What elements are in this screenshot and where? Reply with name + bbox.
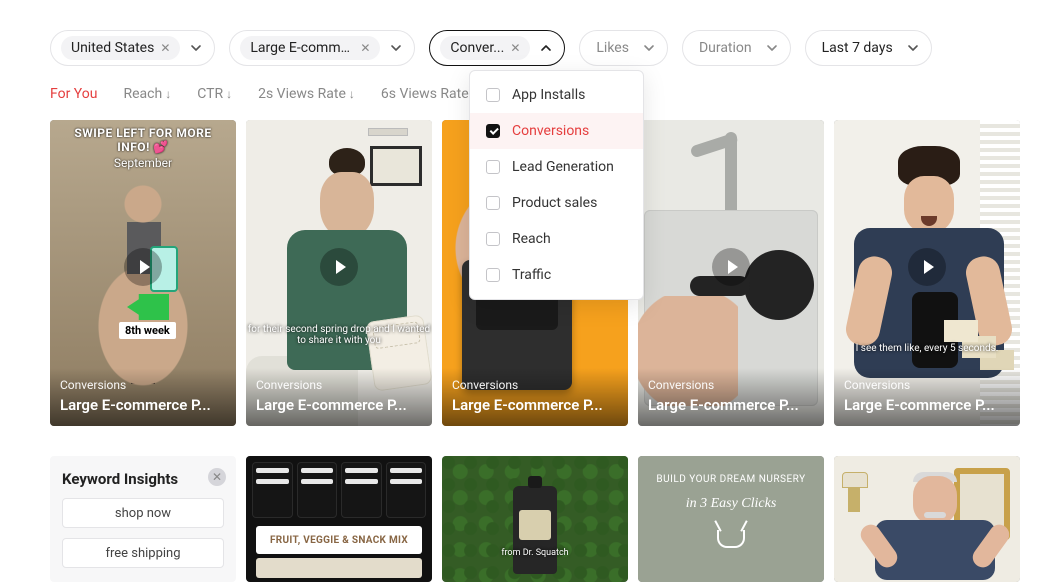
keyword-chip-label: free shipping <box>105 546 180 561</box>
overlay-week-badge: 8th week <box>119 322 176 339</box>
play-icon[interactable] <box>124 248 162 286</box>
filter-timerange-label: Last 7 days <box>816 40 897 56</box>
card-tag: Conversions <box>256 378 422 392</box>
sort-reach[interactable]: Reach ↓ <box>123 86 171 102</box>
card-title: Large E-commerce P... <box>256 396 422 414</box>
video-subtitle: I see them like, every 5 seconds. <box>834 343 1020 354</box>
card-title: Large E-commerce P... <box>60 396 226 414</box>
chevron-down-icon <box>907 42 919 54</box>
video-thumbnail: FRUIT, VEGGIE & SNACK MIX <box>246 456 432 582</box>
keyword-insights-title: Keyword Insights <box>62 470 224 488</box>
longhorn-icon <box>717 530 745 548</box>
filter-duration[interactable]: Duration <box>682 30 791 66</box>
sort-arrow-down-icon: ↓ <box>226 87 232 101</box>
keyword-chip-label: shop now <box>115 506 171 521</box>
overlay-headline: BUILD YOUR DREAM NURSERY <box>638 474 824 485</box>
chevron-up-icon <box>540 42 552 54</box>
video-thumbnail: BUILD YOUR DREAM NURSERY in 3 Easy Click… <box>638 456 824 582</box>
option-label: Traffic <box>512 267 551 283</box>
card-title: Large E-commerce P... <box>648 396 814 414</box>
filter-duration-label: Duration <box>693 40 756 56</box>
option-label: Conversions <box>512 123 589 139</box>
card-title: Large E-commerce P... <box>452 396 618 414</box>
sort-for-you[interactable]: For You <box>50 86 97 102</box>
video-card[interactable]: FRUIT, VEGGIE & SNACK MIX <box>246 456 432 582</box>
video-card[interactable]: for their second spring drop and I wante… <box>246 120 432 426</box>
sort-arrow-down-icon: ↓ <box>165 87 171 101</box>
results-grid-row-2: Keyword Insights ✕ shop now free shippin… <box>0 426 1062 582</box>
option-label: App Installs <box>512 87 585 103</box>
video-card[interactable]: BUILD YOUR DREAM NURSERY in 3 Easy Click… <box>638 456 824 582</box>
objective-option-product-sales[interactable]: Product sales <box>470 185 643 221</box>
chevron-down-icon <box>390 42 402 54</box>
objective-option-traffic[interactable]: Traffic <box>470 257 643 293</box>
video-subtitle: for their second spring drop and I wante… <box>246 324 432 346</box>
video-card[interactable]: from Dr. Squatch <box>442 456 628 582</box>
objective-option-app-installs[interactable]: App Installs <box>470 77 643 113</box>
video-thumbnail <box>834 456 1020 582</box>
objective-dropdown: App Installs Conversions Lead Generation… <box>469 70 644 300</box>
filter-timerange[interactable]: Last 7 days <box>805 30 932 66</box>
sort-label: Reach <box>123 86 162 102</box>
option-label: Reach <box>512 231 551 247</box>
video-card[interactable]: SWIPE LEFT FOR MORE INFO! 💕 September 8t… <box>50 120 236 426</box>
card-tag: Conversions <box>60 378 226 392</box>
chevron-down-icon <box>190 42 202 54</box>
chevron-down-icon <box>766 42 778 54</box>
filter-category-value: Large E-comme... <box>250 40 354 56</box>
filter-category[interactable]: Large E-comme... ✕ <box>229 30 415 66</box>
checkbox-checked-icon <box>486 124 500 138</box>
overlay-subheadline: in 3 Easy Clicks <box>638 496 824 512</box>
checkbox-icon <box>486 232 500 246</box>
close-icon[interactable]: ✕ <box>208 468 226 486</box>
filter-region[interactable]: United States ✕ <box>50 30 215 66</box>
objective-option-lead-generation[interactable]: Lead Generation <box>470 149 643 185</box>
card-tag: Conversions <box>648 378 814 392</box>
sort-label: For You <box>50 86 97 102</box>
filter-region-value: United States <box>71 40 154 56</box>
filter-likes-label: Likes <box>590 40 633 56</box>
chevron-down-icon <box>643 42 655 54</box>
card-title: Large E-commerce P... <box>844 396 1010 414</box>
sort-6s-views[interactable]: 6s Views Rate ↓ <box>381 86 478 102</box>
video-card[interactable] <box>834 456 1020 582</box>
overlay-text-swipe: SWIPE LEFT FOR MORE INFO! 💕 <box>74 126 211 154</box>
sort-label: 6s Views Rate <box>381 86 469 102</box>
objective-option-conversions[interactable]: Conversions <box>470 113 643 149</box>
sort-label: 2s Views Rate <box>258 86 346 102</box>
sort-ctr[interactable]: CTR ↓ <box>197 86 232 102</box>
objective-option-reach[interactable]: Reach <box>470 221 643 257</box>
keyword-insights-panel: Keyword Insights ✕ shop now free shippin… <box>50 456 236 582</box>
video-card[interactable]: I see them like, every 5 seconds. Conver… <box>834 120 1020 426</box>
option-label: Product sales <box>512 195 597 211</box>
checkbox-icon <box>486 268 500 282</box>
card-tag: Conversions <box>452 378 618 392</box>
card-tag: Conversions <box>844 378 1010 392</box>
sort-label: CTR <box>197 86 223 102</box>
play-icon[interactable] <box>908 248 946 286</box>
keyword-chip[interactable]: free shipping <box>62 538 224 568</box>
play-icon[interactable] <box>712 248 750 286</box>
sort-arrow-down-icon: ↓ <box>349 87 355 101</box>
remove-region-icon[interactable]: ✕ <box>160 42 170 54</box>
video-subtitle: from Dr. Squatch <box>442 548 628 558</box>
video-card[interactable]: Conversions Large E-commerce P... <box>638 120 824 426</box>
remove-objective-icon[interactable]: ✕ <box>510 42 520 54</box>
filters-row: United States ✕ Large E-comme... ✕ Conve… <box>0 0 1062 66</box>
play-icon[interactable] <box>320 248 358 286</box>
product-label: FRUIT, VEGGIE & SNACK MIX <box>256 526 422 554</box>
checkbox-icon <box>486 88 500 102</box>
option-label: Lead Generation <box>512 159 614 175</box>
checkbox-icon <box>486 196 500 210</box>
video-thumbnail: from Dr. Squatch <box>442 456 628 582</box>
filter-objective-value: Conver... <box>450 40 504 56</box>
sort-2s-views[interactable]: 2s Views Rate ↓ <box>258 86 355 102</box>
filter-likes[interactable]: Likes <box>579 30 668 66</box>
overlay-text-month: September <box>114 156 172 170</box>
keyword-chip[interactable]: shop now <box>62 498 224 528</box>
remove-category-icon[interactable]: ✕ <box>360 42 370 54</box>
arrow-icon <box>127 294 169 320</box>
filter-objective[interactable]: Conver... ✕ <box>429 30 565 66</box>
checkbox-icon <box>486 160 500 174</box>
